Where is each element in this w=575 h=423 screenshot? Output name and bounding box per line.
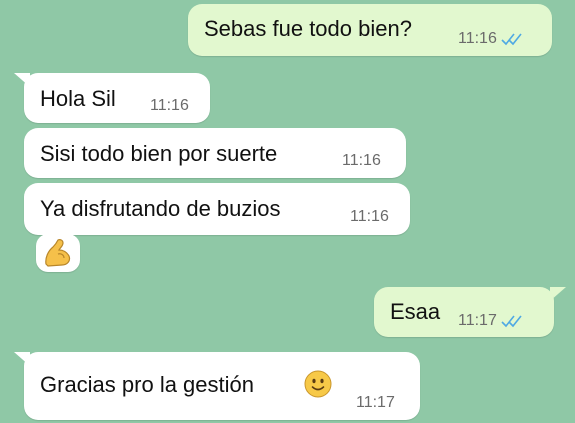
message-time: 11:16 <box>350 208 389 225</box>
read-receipt-icon <box>501 315 522 328</box>
message-text: Sebas fue todo bien? <box>204 16 412 41</box>
read-receipt-icon <box>501 33 522 46</box>
smiling-face-icon <box>304 370 332 398</box>
message-bubble-outgoing[interactable]: Sebas fue todo bien? 11:16 <box>188 4 552 56</box>
message-time: 11:16 <box>150 97 189 114</box>
message-text: Sisi todo bien por suerte <box>40 141 278 166</box>
message-time: 11:16 <box>458 30 497 47</box>
message-time: 11:17 <box>356 394 395 411</box>
message-meta: 11:17 <box>458 312 527 330</box>
message-meta: 11:16 <box>458 30 527 48</box>
message-bubble-incoming[interactable]: Sisi todo bien por suerte 11:16 <box>24 128 406 178</box>
message-bubble-outgoing[interactable]: Esaa 11:17 <box>374 287 554 337</box>
message-text: Hola Sil <box>40 86 116 111</box>
message-time: 11:16 <box>342 152 381 169</box>
message-text: Gracias pro la gestión <box>40 372 254 397</box>
message-time: 11:17 <box>458 312 497 329</box>
message-bubble-emoji[interactable] <box>36 234 80 272</box>
message-bubble-incoming[interactable]: Ya disfrutando de buzios 11:16 <box>24 183 410 235</box>
message-text: Ya disfrutando de buzios <box>40 196 281 221</box>
message-bubble-incoming[interactable]: Gracias pro la gestión 11:17 <box>24 352 420 420</box>
message-text: Esaa <box>390 299 441 324</box>
flexed-biceps-icon <box>45 239 71 267</box>
message-bubble-incoming[interactable]: Hola Sil 11:16 <box>24 73 210 123</box>
